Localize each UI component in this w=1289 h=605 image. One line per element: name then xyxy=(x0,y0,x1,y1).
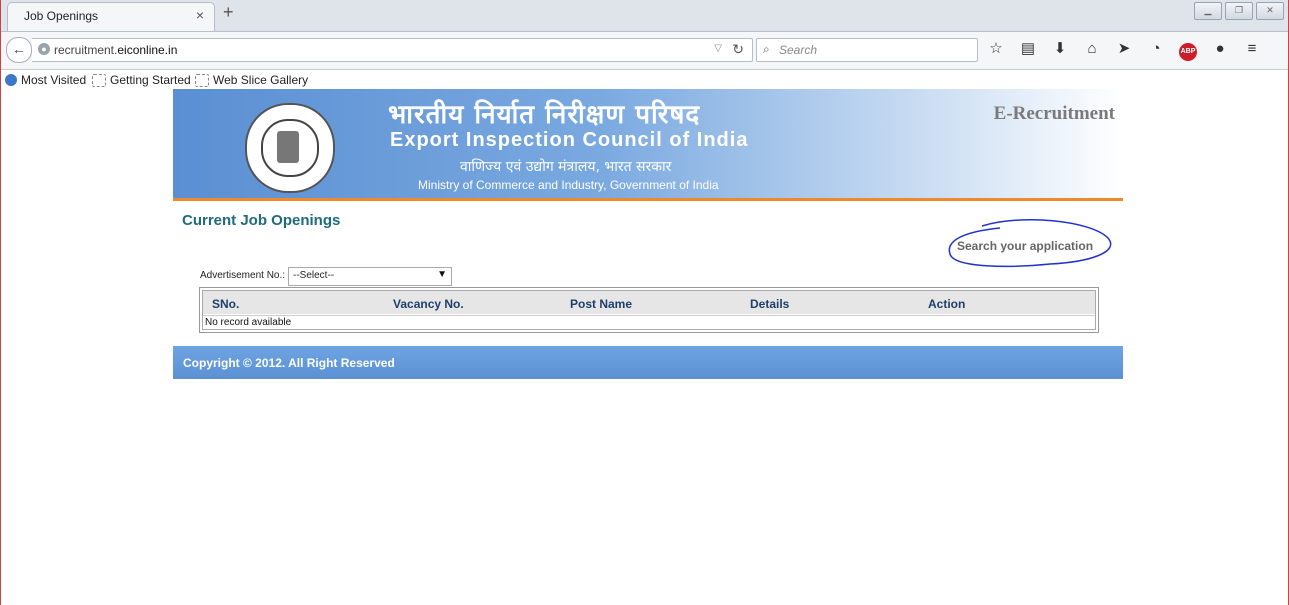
bookmark-label: Getting Started xyxy=(110,73,191,87)
bookmark-most-visited[interactable]: Most Visited xyxy=(5,73,86,87)
column-header-post-name: Post Name xyxy=(570,297,633,311)
new-tab-icon[interactable]: + xyxy=(223,2,234,23)
bookmarks-toolbar: Most Visited Getting Started Web Slice G… xyxy=(1,70,1288,90)
search-bar[interactable]: ⌕ Search xyxy=(756,38,978,62)
table-header: SNo. Vacancy No. Post Name Details Actio… xyxy=(203,291,1095,314)
home-icon[interactable]: ⌂ xyxy=(1082,39,1102,59)
bookmark-folder-icon xyxy=(195,73,209,87)
download-icon[interactable]: ⬇ xyxy=(1050,39,1070,59)
bookmark-web-slice-gallery[interactable]: Web Slice Gallery xyxy=(195,73,308,87)
ministry-subtitle: Ministry of Commerce and Industry, Gover… xyxy=(418,178,719,192)
job-openings-table: SNo. Vacancy No. Post Name Details Actio… xyxy=(199,287,1099,333)
reload-icon[interactable]: ↻ xyxy=(732,41,744,58)
bookmark-label: Most Visited xyxy=(21,73,87,87)
hindi-title: भारतीय निर्यात निरीक्षण परिषद xyxy=(388,100,701,130)
url-bar[interactable]: ● recruitment.eiconline.in ▽ ↻ xyxy=(32,38,753,62)
tab-job-openings[interactable]: Job Openings × xyxy=(7,2,215,31)
close-tab-icon[interactable]: × xyxy=(196,7,204,23)
chat-icon[interactable]: ● xyxy=(1210,39,1230,59)
most-visited-icon xyxy=(5,74,17,86)
pocket-icon[interactable]: ◔ xyxy=(1146,39,1166,59)
send-icon[interactable]: ➤ xyxy=(1114,39,1134,59)
search-placeholder: Search xyxy=(779,43,818,57)
advertisement-selected-value: --Select-- xyxy=(293,270,335,281)
advertisement-label: Advertisement No.: xyxy=(200,270,286,281)
bookmark-getting-started[interactable]: Getting Started xyxy=(92,73,191,87)
copyright-text: Copyright © 2012. All Right Reserved xyxy=(183,356,395,370)
tab-title: Job Openings xyxy=(24,9,99,23)
site-header: भारतीय निर्यात निरीक्षण परिषद Export Ins… xyxy=(173,89,1123,199)
window-border-left xyxy=(0,0,1,605)
restore-button[interactable]: ❐ xyxy=(1225,2,1253,20)
search-application-link[interactable]: Search your application xyxy=(957,239,1093,253)
tab-strip: Job Openings × + ▁ ❐ ✕ xyxy=(1,0,1288,32)
table-row: No record available xyxy=(203,315,1095,330)
column-header-action: Action xyxy=(928,297,966,311)
column-header-sno: SNo. xyxy=(212,297,240,311)
back-button[interactable]: ← xyxy=(6,37,32,63)
portal-name: E-Recruitment xyxy=(993,103,1115,124)
toolbar-icons: ☆ ▤ ⬇ ⌂ ➤ ◔ ABP ● ≡ xyxy=(986,39,1262,61)
council-seal-logo xyxy=(245,103,335,193)
globe-icon: ● xyxy=(38,43,50,55)
close-window-button[interactable]: ✕ xyxy=(1256,2,1284,20)
history-dropdown-icon[interactable]: ▽ xyxy=(714,43,722,54)
column-header-details: Details xyxy=(750,297,790,311)
navigation-bar: ← ● recruitment.eiconline.in ▽ ↻ ⌕ Searc… xyxy=(1,32,1288,70)
column-header-vacancy: Vacancy No. xyxy=(393,297,464,311)
site-footer: Copyright © 2012. All Right Reserved xyxy=(173,346,1123,379)
hindi-subtitle: वाणिज्य एवं उद्योग मंत्रालय, भारत सरकार xyxy=(460,159,672,175)
emblem-icon xyxy=(277,131,299,163)
url-text: recruitment.eiconline.in xyxy=(54,43,178,57)
minimize-button[interactable]: ▁ xyxy=(1194,2,1222,20)
search-icon: ⌕ xyxy=(763,42,770,56)
page-title: Current Job Openings xyxy=(182,212,341,229)
reading-list-icon[interactable]: ▤ xyxy=(1018,39,1038,59)
empty-message: No record available xyxy=(205,317,292,328)
dropdown-arrow-icon: ▼ xyxy=(437,269,447,280)
bookmark-label: Web Slice Gallery xyxy=(213,73,309,87)
advertisement-select[interactable]: --Select-- ▼ xyxy=(288,267,452,286)
window-controls: ▁ ❐ ✕ xyxy=(1194,2,1284,20)
adblock-icon[interactable]: ABP xyxy=(1178,39,1198,61)
star-icon[interactable]: ☆ xyxy=(986,39,1006,59)
header-divider xyxy=(173,198,1123,201)
english-title: Export Inspection Council of India xyxy=(390,129,749,151)
bookmark-folder-icon xyxy=(92,73,106,87)
menu-icon[interactable]: ≡ xyxy=(1242,39,1262,59)
